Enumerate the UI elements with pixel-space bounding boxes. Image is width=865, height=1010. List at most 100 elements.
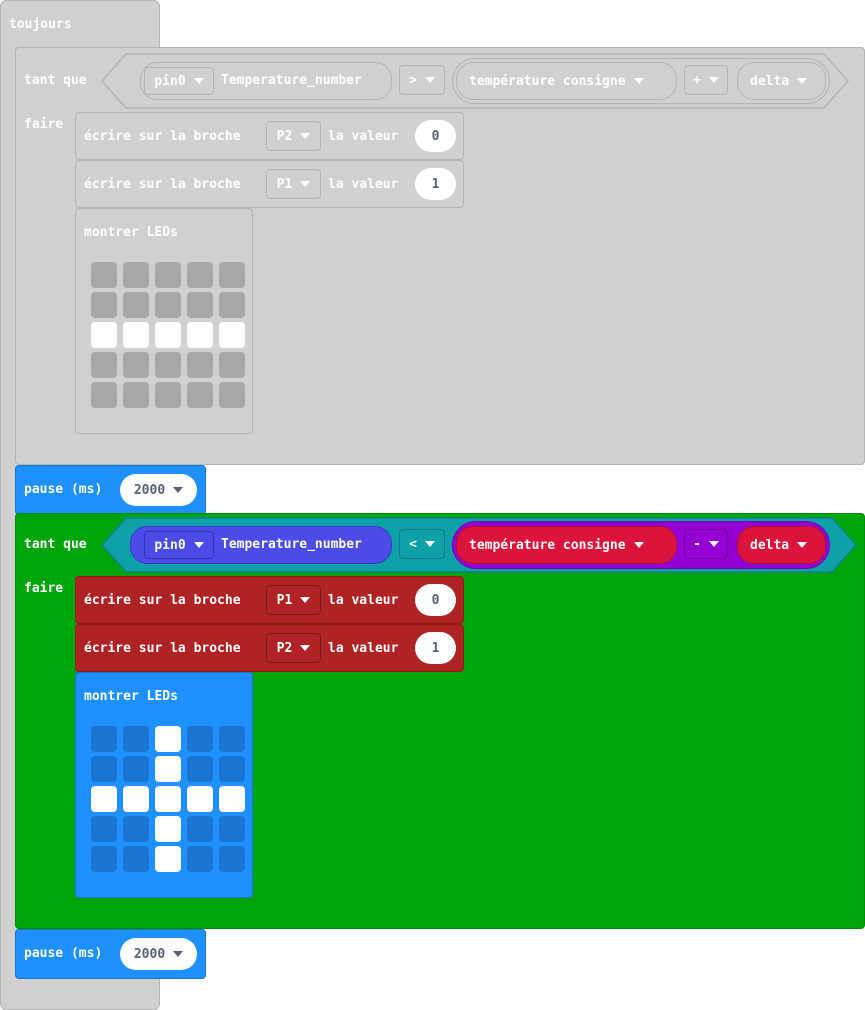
chevron-down-icon (797, 78, 808, 84)
pin-select-1[interactable]: P2 (266, 121, 321, 151)
while-label-1: tant que (24, 73, 87, 88)
chevron-down-icon (797, 542, 808, 548)
led-cell[interactable] (123, 846, 149, 872)
pin-dropdown-1[interactable]: pin0 (144, 67, 214, 95)
pin-select-3[interactable]: P1 (266, 585, 321, 615)
led-cell[interactable] (155, 816, 181, 842)
led-cell[interactable] (219, 322, 245, 348)
led-cell[interactable] (123, 322, 149, 348)
led-cell[interactable] (123, 726, 149, 752)
operator-dropdown-1[interactable]: > (399, 65, 445, 95)
led-cell[interactable] (123, 786, 149, 812)
led-cell[interactable] (219, 726, 245, 752)
arith-dropdown-2[interactable]: - (684, 529, 728, 559)
pin-dropdown-2-label: pin0 (154, 537, 186, 553)
led-cell[interactable] (91, 816, 117, 842)
led-cell[interactable] (187, 816, 213, 842)
led-cell[interactable] (187, 322, 213, 348)
value-input-2[interactable]: 1 (415, 168, 456, 200)
chevron-down-icon (300, 181, 311, 187)
chevron-down-icon (633, 78, 644, 84)
led-cell[interactable] (155, 846, 181, 872)
led-cell[interactable] (155, 322, 181, 348)
led-cell[interactable] (187, 382, 213, 408)
led-cell[interactable] (155, 382, 181, 408)
led-cell[interactable] (187, 756, 213, 782)
value-label-1: la valeur (328, 129, 399, 144)
show-leds-label-1: montrer LEDs (84, 225, 178, 240)
led-cell[interactable] (91, 846, 117, 872)
pin-select-2[interactable]: P1 (266, 169, 321, 199)
pause-value-1: 2000 (133, 482, 166, 498)
led-cell[interactable] (187, 846, 213, 872)
delta-label-1: delta (750, 73, 790, 89)
pause-input-1[interactable]: 2000 (120, 474, 197, 506)
led-cell[interactable] (91, 756, 117, 782)
value-label-3: la valeur (328, 593, 399, 608)
delta-pill-2[interactable]: delta (737, 526, 826, 564)
led-cell[interactable] (91, 382, 117, 408)
led-cell[interactable] (91, 322, 117, 348)
led-cell[interactable] (187, 726, 213, 752)
chevron-down-icon (708, 541, 719, 547)
variable-label-2: Temperature_number (221, 537, 362, 552)
led-cell[interactable] (91, 726, 117, 752)
chevron-down-icon (193, 78, 204, 84)
delta-pill-1[interactable]: delta (737, 62, 826, 100)
do-label-2: faire (24, 581, 64, 596)
digital-write-label-4: écrire sur la broche (84, 641, 241, 656)
led-cell[interactable] (91, 262, 117, 288)
led-grid-2[interactable] (91, 726, 245, 872)
led-cell[interactable] (219, 816, 245, 842)
pause-input-2[interactable]: 2000 (120, 938, 197, 970)
led-cell[interactable] (123, 292, 149, 318)
led-cell[interactable] (219, 352, 245, 378)
led-cell[interactable] (155, 726, 181, 752)
value-input-3[interactable]: 0 (415, 584, 456, 616)
led-grid-1[interactable] (91, 262, 245, 408)
pin-select-4-label: P2 (276, 640, 293, 656)
led-cell[interactable] (91, 352, 117, 378)
led-cell[interactable] (187, 352, 213, 378)
led-cell[interactable] (155, 292, 181, 318)
digital-write-label-1: écrire sur la broche (84, 129, 241, 144)
led-cell[interactable] (123, 262, 149, 288)
setpoint-pill-1[interactable]: température consigne (456, 62, 677, 100)
setpoint-label-1: température consigne (469, 73, 626, 89)
led-cell[interactable] (123, 816, 149, 842)
led-cell[interactable] (219, 846, 245, 872)
arith-dropdown-1[interactable]: + (684, 65, 728, 95)
value-input-1[interactable]: 0 (415, 120, 456, 152)
led-cell[interactable] (155, 352, 181, 378)
chevron-down-icon (633, 542, 644, 548)
chevron-down-icon (424, 77, 435, 83)
digital-write-label-2: écrire sur la broche (84, 177, 241, 192)
led-cell[interactable] (155, 756, 181, 782)
led-cell[interactable] (123, 382, 149, 408)
led-cell[interactable] (91, 786, 117, 812)
led-cell[interactable] (155, 786, 181, 812)
led-cell[interactable] (123, 352, 149, 378)
value-label-2: la valeur (328, 177, 399, 192)
led-cell[interactable] (187, 292, 213, 318)
value-label-4: la valeur (328, 641, 399, 656)
led-cell[interactable] (219, 292, 245, 318)
led-cell[interactable] (219, 756, 245, 782)
led-cell[interactable] (187, 262, 213, 288)
operator-dropdown-1-label: > (409, 72, 417, 88)
led-cell[interactable] (219, 262, 245, 288)
value-input-4[interactable]: 1 (415, 632, 456, 664)
operator-dropdown-2-label: < (409, 536, 417, 552)
led-cell[interactable] (187, 786, 213, 812)
setpoint-pill-2[interactable]: température consigne (456, 526, 677, 564)
led-cell[interactable] (123, 756, 149, 782)
pin-select-4[interactable]: P2 (266, 633, 321, 663)
chevron-down-icon (193, 542, 204, 548)
led-cell[interactable] (219, 382, 245, 408)
led-cell[interactable] (219, 786, 245, 812)
pin-dropdown-2[interactable]: pin0 (144, 531, 214, 559)
operator-dropdown-2[interactable]: < (399, 529, 445, 559)
led-cell[interactable] (155, 262, 181, 288)
forever-label: toujours (9, 17, 72, 32)
led-cell[interactable] (91, 292, 117, 318)
